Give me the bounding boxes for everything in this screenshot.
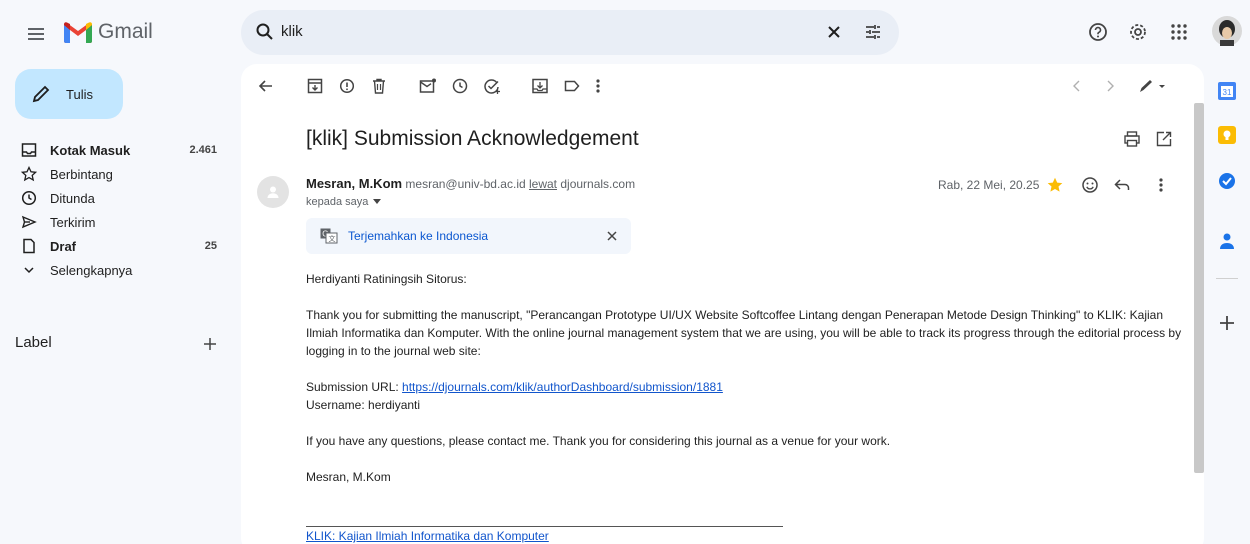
sidebar-nav: Kotak Masuk 2.461 Berbintang Ditunda Ter… bbox=[0, 138, 232, 282]
app-name: Gmail bbox=[98, 20, 153, 43]
compose-label: Tulis bbox=[66, 86, 93, 102]
print-icon[interactable] bbox=[1123, 130, 1141, 148]
move-to-icon[interactable] bbox=[531, 77, 549, 95]
gmail-logo[interactable]: Gmail bbox=[64, 20, 153, 44]
newer-chevron-icon[interactable] bbox=[1071, 77, 1083, 95]
pencil-icon bbox=[31, 84, 51, 104]
message-more-icon[interactable] bbox=[1158, 176, 1164, 194]
sender-name[interactable]: Mesran, M.Kom bbox=[306, 176, 402, 191]
archive-icon[interactable] bbox=[307, 77, 323, 95]
chevron-down-icon bbox=[21, 262, 37, 278]
search-icon[interactable] bbox=[255, 22, 275, 42]
sidebar-item-label: Terkirim bbox=[50, 214, 96, 230]
svg-text:31: 31 bbox=[1223, 88, 1232, 97]
open-new-window-icon[interactable] bbox=[1155, 130, 1173, 148]
tasks-icon[interactable] bbox=[1218, 172, 1236, 190]
sidebar-item-label: Draf bbox=[50, 238, 77, 254]
compose-button[interactable]: Tulis bbox=[15, 69, 123, 119]
delete-icon[interactable] bbox=[371, 77, 387, 95]
add-task-icon[interactable] bbox=[483, 77, 501, 95]
sidebar-item-label: Berbintang bbox=[50, 166, 113, 182]
journal-footer-link[interactable]: KLIK: Kajian Ilmiah Informatika dan Komp… bbox=[306, 529, 549, 543]
draft-icon bbox=[21, 238, 37, 254]
email-view: [klik] Submission Acknowledgement Mesran… bbox=[241, 64, 1204, 544]
sidebar-item-label: Selengkapnya bbox=[50, 262, 133, 278]
submission-label: Submission URL: bbox=[306, 380, 399, 394]
recipient-line[interactable]: kepada saya bbox=[306, 196, 382, 208]
email-body: Herdiyanti Ratiningsih Sitorus: Thank yo… bbox=[306, 270, 1186, 544]
body-paragraph-1: Thank you for submitting the manuscript,… bbox=[306, 308, 1182, 358]
close-translate-icon[interactable] bbox=[605, 229, 619, 243]
label-tag-icon[interactable] bbox=[563, 77, 581, 95]
input-tools-pencil-icon[interactable] bbox=[1137, 77, 1167, 95]
back-arrow-icon[interactable] bbox=[257, 77, 275, 95]
starred-icon[interactable] bbox=[1046, 176, 1064, 194]
sidebar-item-inbox[interactable]: Kotak Masuk 2.461 bbox=[0, 138, 232, 162]
svg-text:文: 文 bbox=[329, 234, 336, 243]
scrollbar-thumb[interactable] bbox=[1194, 103, 1204, 473]
sender-line: Mesran, M.Kom mesran@univ-bd.ac.id lewat… bbox=[306, 176, 635, 191]
mark-unread-icon[interactable] bbox=[419, 77, 437, 95]
contacts-icon[interactable] bbox=[1219, 232, 1235, 250]
sender-email: mesran@univ-bd.ac.id bbox=[405, 177, 526, 191]
person-icon bbox=[265, 184, 281, 200]
signature: Mesran, M.Kom bbox=[306, 470, 391, 484]
email-date: Rab, 22 Mei, 20.25 bbox=[938, 178, 1040, 192]
search-input[interactable]: klik bbox=[281, 23, 303, 40]
username-line: Username: herdiyanti bbox=[306, 398, 421, 412]
top-bar: Gmail klik bbox=[0, 0, 1250, 64]
apps-grid-icon[interactable] bbox=[1170, 23, 1188, 41]
recipient-dropdown-icon[interactable] bbox=[373, 199, 382, 205]
search-options-icon[interactable] bbox=[863, 22, 883, 42]
clock-icon bbox=[21, 190, 37, 206]
emoji-reaction-icon[interactable] bbox=[1081, 176, 1099, 194]
labels-heading: Label bbox=[15, 334, 52, 351]
gmail-m-icon bbox=[64, 21, 92, 43]
submission-line: Submission URL: https://djournals.com/kl… bbox=[306, 378, 1186, 396]
greeting: Herdiyanti Ratiningsih Sitorus: bbox=[306, 272, 467, 286]
sidebar-item-sent[interactable]: Terkirim bbox=[0, 210, 232, 234]
side-panel-divider bbox=[1216, 278, 1238, 279]
star-outline-icon bbox=[21, 166, 37, 182]
get-addons-plus-icon[interactable] bbox=[1218, 314, 1236, 332]
keep-icon[interactable] bbox=[1217, 125, 1237, 145]
via-domain: djournals.com bbox=[560, 177, 636, 191]
sidebar-item-label: Ditunda bbox=[50, 190, 95, 206]
clear-search-icon[interactable] bbox=[825, 23, 843, 41]
sidebar-item-count: 2.461 bbox=[189, 144, 217, 156]
inbox-icon bbox=[21, 142, 37, 158]
older-chevron-icon[interactable] bbox=[1104, 77, 1116, 95]
translate-icon: G文 bbox=[320, 228, 338, 244]
add-label-icon[interactable] bbox=[202, 336, 218, 352]
main-menu-icon[interactable] bbox=[24, 22, 48, 46]
sidebar-item-count: 25 bbox=[204, 240, 217, 252]
via-label[interactable]: lewat bbox=[529, 177, 557, 191]
side-panel: 31 bbox=[1204, 64, 1250, 544]
recipient-text: kepada saya bbox=[306, 196, 369, 208]
snooze-clock-icon[interactable] bbox=[451, 77, 469, 95]
sidebar-item-drafts[interactable]: Draf 25 bbox=[0, 234, 232, 258]
report-spam-icon[interactable] bbox=[339, 77, 355, 95]
search-bar[interactable]: klik bbox=[241, 10, 899, 55]
send-icon bbox=[21, 214, 37, 230]
sender-avatar[interactable] bbox=[257, 176, 289, 208]
email-subject: [klik] Submission Acknowledgement bbox=[306, 127, 639, 150]
sidebar-item-starred[interactable]: Berbintang bbox=[0, 162, 232, 186]
body-paragraph-2: If you have any questions, please contac… bbox=[306, 434, 891, 448]
more-options-icon[interactable] bbox=[595, 77, 601, 95]
account-avatar[interactable] bbox=[1212, 16, 1242, 46]
translate-link[interactable]: Terjemahkan ke Indonesia bbox=[348, 229, 488, 243]
sidebar-item-snoozed[interactable]: Ditunda bbox=[0, 186, 232, 210]
sidebar-item-more[interactable]: Selengkapnya bbox=[0, 258, 232, 282]
settings-icon[interactable] bbox=[1128, 22, 1148, 42]
translate-bar: G文 Terjemahkan ke Indonesia bbox=[306, 218, 631, 254]
submission-url-link[interactable]: https://djournals.com/klik/authorDashboa… bbox=[402, 380, 723, 394]
reply-icon[interactable] bbox=[1113, 176, 1131, 194]
calendar-icon[interactable]: 31 bbox=[1217, 81, 1237, 101]
help-icon[interactable] bbox=[1088, 22, 1108, 42]
sidebar-item-label: Kotak Masuk bbox=[50, 142, 131, 158]
